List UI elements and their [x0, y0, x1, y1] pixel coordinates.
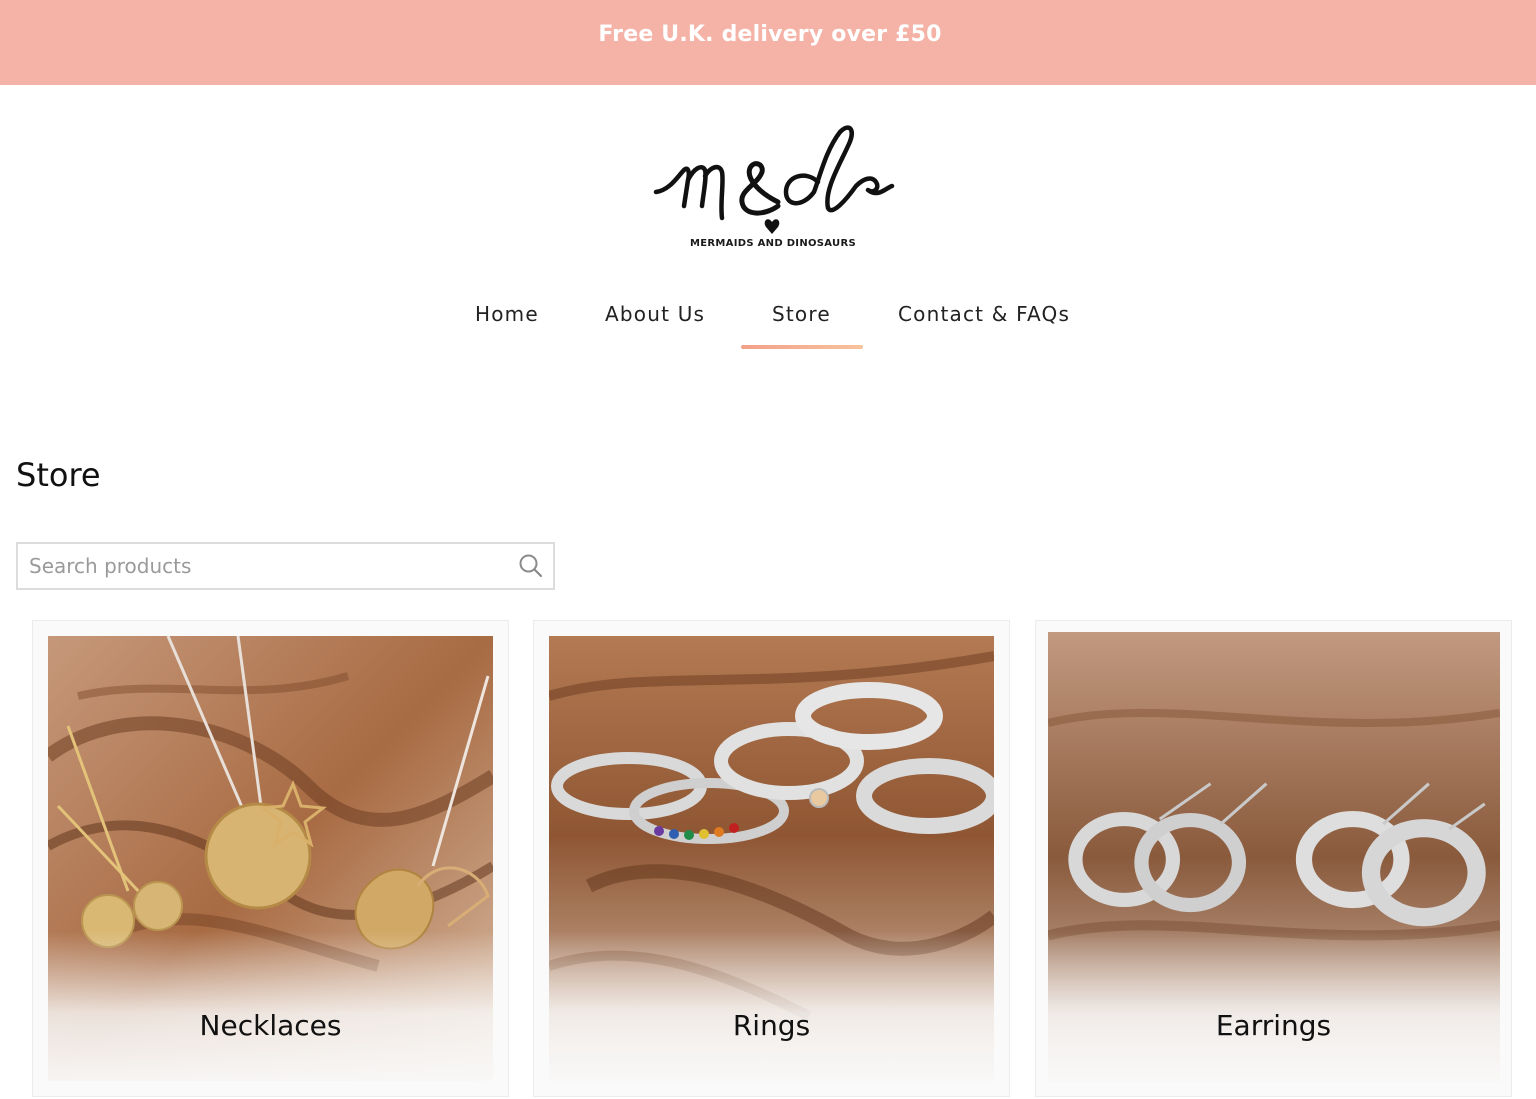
image-fade-overlay [48, 931, 493, 1081]
nav-item-contact-faqs[interactable]: Contact & FAQs [898, 302, 1070, 350]
category-label-necklaces: Necklaces [199, 1009, 342, 1042]
delivery-banner-text: Free U.K. delivery over £50 [598, 22, 942, 47]
nav-item-home[interactable]: Home [475, 302, 539, 350]
site-logo[interactable]: MERMAIDS AND DINOSAURS [650, 120, 896, 255]
category-card-earrings[interactable]: Earrings [1035, 620, 1512, 1097]
nav-item-store[interactable]: Store [741, 302, 863, 350]
nav-item-about-us[interactable]: About Us [605, 302, 705, 350]
logo-subtitle: MERMAIDS AND DINOSAURS [690, 238, 856, 249]
category-card-rings[interactable]: Rings [533, 620, 1010, 1097]
image-fade-overlay [549, 931, 994, 1081]
logo-script-mark [653, 125, 895, 234]
search-icon[interactable] [509, 544, 553, 588]
delivery-banner: Free U.K. delivery over £50 [0, 0, 1536, 85]
search-input[interactable] [18, 544, 509, 588]
product-search [16, 542, 555, 590]
category-label-rings: Rings [732, 1009, 811, 1042]
image-fade-overlay [1048, 932, 1500, 1082]
main-nav: Home About Us Store Contact & FAQs [0, 302, 1536, 352]
category-card-necklaces[interactable]: Necklaces [32, 620, 509, 1097]
logo-heart-icon [764, 219, 780, 234]
category-label-earrings: Earrings [1215, 1009, 1332, 1042]
page-title: Store [16, 456, 101, 494]
